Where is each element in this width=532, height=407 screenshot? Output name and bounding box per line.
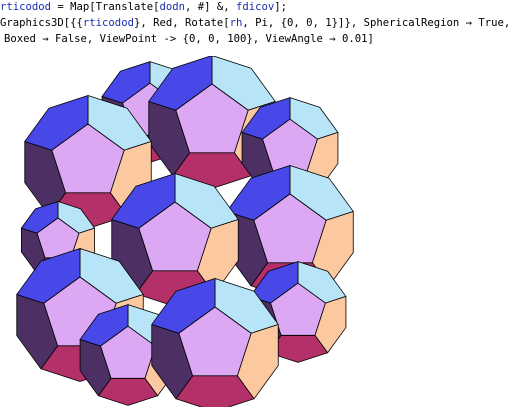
- code-token: , Pi, {0, 0, 1}]}, SphericalRegion → Tru…: [242, 17, 511, 29]
- code-token: , #] &,: [184, 1, 237, 13]
- input-line-3[interactable]: Boxed → False, ViewPoint -> {0, 0, 100},…: [4, 32, 374, 46]
- graphics3d-output[interactable]: [0, 56, 532, 407]
- code-token: = Map[Translate[: [51, 1, 160, 13]
- code-token: fdicov: [236, 1, 275, 13]
- code-token: Boxed → False, ViewPoint -> {0, 0, 100},…: [4, 33, 374, 45]
- input-line-1[interactable]: rticodod = Map[Translate[dodn, #] &, fdi…: [0, 0, 287, 14]
- code-token: }, Red, Rotate[: [133, 17, 230, 29]
- code-token: dodn: [159, 1, 185, 13]
- code-token: rh: [229, 17, 243, 29]
- dodecahedra-cluster-graphic[interactable]: [0, 56, 532, 407]
- input-line-2[interactable]: Graphics3D[{{rticodod}, Red, Rotate[rh, …: [0, 16, 510, 30]
- code-token: ];: [274, 1, 288, 13]
- code-token: rticodod: [0, 1, 52, 13]
- code-token: rticodod: [82, 17, 134, 29]
- code-token: Graphics3D[{{: [0, 17, 83, 29]
